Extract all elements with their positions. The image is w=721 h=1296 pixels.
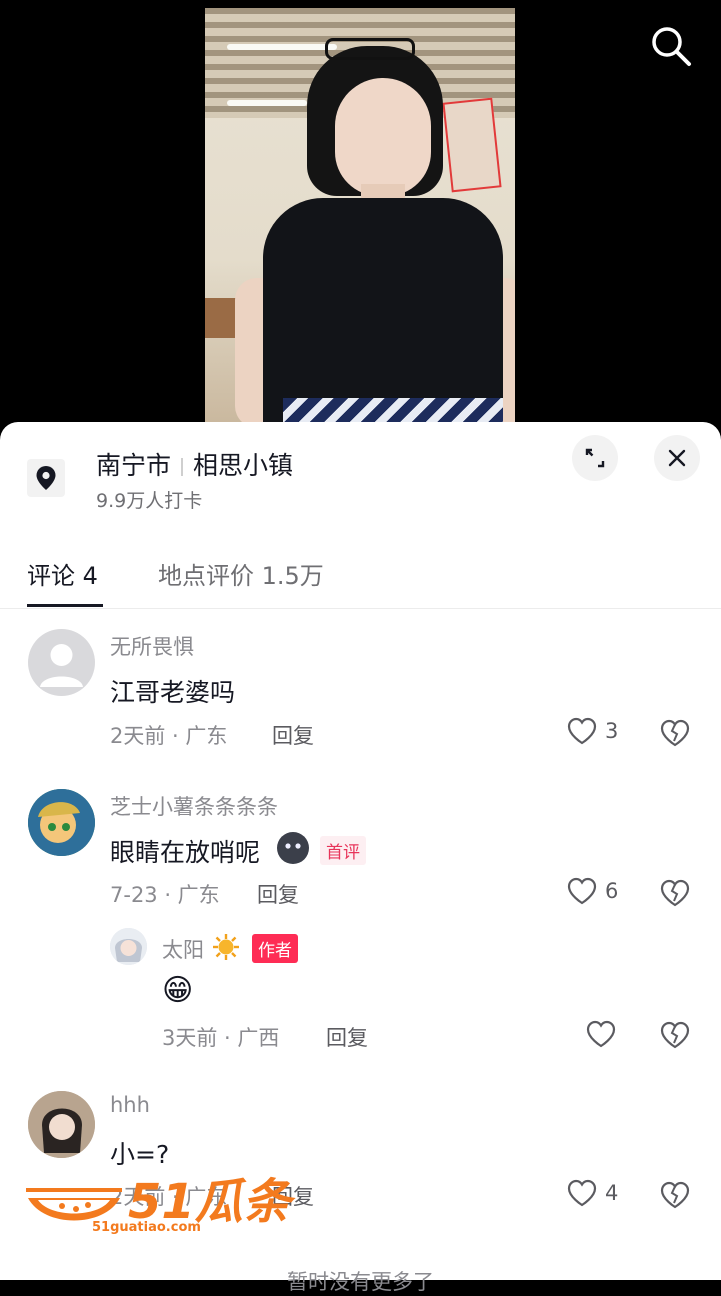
dislike-button[interactable]: [660, 719, 690, 751]
end-of-list-text: 暂时没有更多了: [287, 1270, 434, 1294]
location-city: 南宁市: [96, 451, 172, 480]
default-avatar-icon: [40, 644, 83, 687]
reply-button[interactable]: 回复: [272, 720, 314, 750]
video-player[interactable]: [205, 8, 515, 428]
expand-icon: [585, 448, 605, 468]
heart-icon: [567, 717, 597, 745]
reply-button[interactable]: 回复: [257, 879, 299, 909]
active-tab-indicator: [27, 604, 103, 607]
comment-username[interactable]: hhh: [110, 1093, 150, 1117]
emoji-sticker-icon: [276, 831, 310, 865]
avatar[interactable]: [28, 789, 95, 856]
location-place: 相思小镇: [193, 451, 294, 480]
comment-username[interactable]: 芝士小薯条条条条: [110, 791, 278, 821]
comment-username[interactable]: 无所畏惧: [110, 631, 194, 661]
broken-heart-icon: [660, 719, 690, 747]
heart-icon: [567, 1179, 597, 1207]
reply-text: 😁: [162, 973, 194, 1008]
like-count: 4: [605, 1181, 619, 1205]
like-button[interactable]: [586, 1020, 624, 1048]
title-separator: [181, 458, 184, 476]
person-shirt: [263, 198, 503, 428]
first-comment-badge: 首评: [320, 836, 366, 865]
reply-button[interactable]: 回复: [326, 1022, 368, 1052]
search-icon[interactable]: [649, 24, 693, 68]
close-button[interactable]: [654, 435, 700, 481]
like-count: 6: [605, 879, 619, 903]
broken-heart-icon: [660, 1021, 690, 1049]
like-button[interactable]: 6: [567, 877, 618, 905]
ceiling-lamp: [227, 100, 307, 106]
comment-time-region: 7-23 · 广东: [110, 883, 220, 907]
comment-text: 眼睛在放哨呢: [110, 838, 261, 867]
sunglasses: [325, 38, 415, 60]
heart-icon: [586, 1020, 616, 1048]
dislike-button[interactable]: [660, 879, 690, 911]
heart-icon: [567, 877, 597, 905]
comment-text: 江哥老婆吗: [110, 678, 236, 707]
like-button[interactable]: 4: [567, 1179, 618, 1207]
comment-time-region: 2天前 · 广东: [110, 724, 228, 748]
sun-emoji-icon: [212, 933, 240, 961]
avatar[interactable]: [110, 928, 147, 965]
dislike-button[interactable]: [660, 1021, 690, 1053]
expand-button[interactable]: [572, 435, 618, 481]
photo-avatar-icon: [28, 1091, 95, 1158]
author-badge: 作者: [252, 934, 298, 963]
like-button[interactable]: 3: [567, 717, 618, 745]
anime-avatar-icon: [110, 928, 147, 965]
close-icon: [668, 449, 686, 467]
dislike-button[interactable]: [660, 1181, 690, 1213]
cartoon-avatar-icon: [28, 789, 95, 856]
checkin-count: 9.9万人打卡: [96, 490, 203, 512]
avatar[interactable]: [28, 1091, 95, 1158]
person-face: [335, 78, 431, 196]
watermark-logo: 51瓜条 51guatiao.com: [24, 1168, 291, 1238]
broken-heart-icon: [660, 1181, 690, 1209]
divider: [0, 608, 721, 609]
wall-poster: [442, 97, 502, 193]
avatar[interactable]: [28, 629, 95, 696]
location-pin-icon: [27, 459, 65, 497]
watermark-url: 51guatiao.com: [92, 1220, 201, 1235]
reply-time-region: 3天前 · 广西: [162, 1026, 280, 1050]
reply-username[interactable]: 太阳: [162, 934, 204, 964]
like-count: 3: [605, 719, 619, 743]
tab-comments[interactable]: 评论 4: [27, 556, 98, 591]
tab-place-reviews[interactable]: 地点评价 1.5万: [158, 556, 324, 591]
ceiling-lamp: [227, 44, 337, 50]
broken-heart-icon: [660, 879, 690, 907]
location-title[interactable]: 南宁市 相思小镇: [96, 446, 293, 482]
